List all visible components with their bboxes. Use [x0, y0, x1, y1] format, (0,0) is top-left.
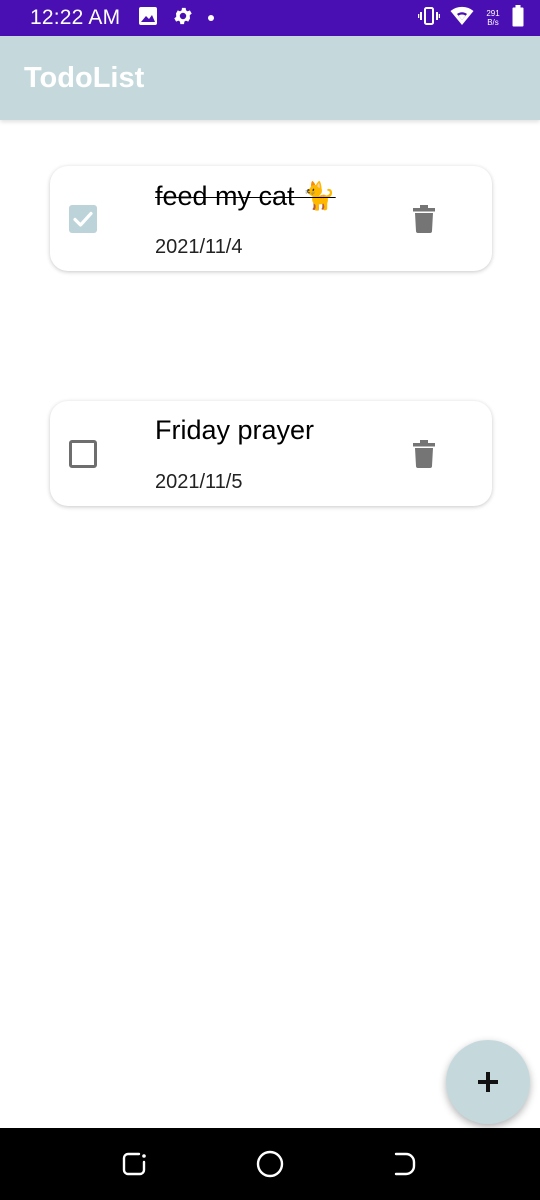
net-speed-value: 291	[486, 9, 500, 18]
delete-button[interactable]	[410, 437, 438, 471]
status-bar: 12:22 AM 291 B/s	[0, 0, 540, 36]
recent-apps-icon	[122, 1152, 146, 1176]
trash-icon	[413, 205, 435, 233]
status-right-icons: 291 B/s	[417, 4, 524, 32]
home-icon	[256, 1150, 284, 1178]
gear-icon	[172, 5, 194, 32]
back-button[interactable]	[388, 1148, 420, 1180]
status-time: 12:22 AM	[30, 6, 121, 29]
back-icon	[394, 1152, 416, 1176]
navigation-bar	[0, 1128, 540, 1200]
check-icon	[73, 211, 93, 227]
todo-title: Friday prayer	[155, 415, 315, 445]
todo-title: feed my cat 🐈	[155, 181, 336, 211]
home-button[interactable]	[254, 1148, 286, 1180]
plus-icon	[478, 1072, 498, 1092]
app-bar: TodoList	[0, 36, 540, 120]
status-left-icons	[138, 5, 215, 32]
net-speed: 291 B/s	[484, 9, 502, 27]
app-title: TodoList	[24, 61, 145, 94]
vibrate-icon	[417, 6, 441, 31]
net-speed-unit: B/s	[487, 18, 499, 27]
todo-date: 2021/11/5	[155, 471, 243, 493]
todo-checkbox[interactable]	[69, 205, 97, 233]
dot-icon	[208, 15, 215, 21]
todo-date: 2021/11/4	[155, 236, 243, 258]
wifi-icon	[450, 6, 474, 31]
todo-card[interactable]: feed my cat 🐈 2021/11/4	[50, 166, 492, 271]
delete-button[interactable]	[410, 202, 438, 236]
todo-card[interactable]: Friday prayer 2021/11/5	[50, 401, 492, 506]
battery-icon	[512, 4, 524, 32]
trash-icon	[413, 440, 435, 468]
recent-apps-button[interactable]	[118, 1148, 150, 1180]
todo-checkbox[interactable]	[69, 440, 97, 468]
add-todo-button[interactable]	[446, 1040, 530, 1124]
image-icon	[138, 6, 158, 31]
